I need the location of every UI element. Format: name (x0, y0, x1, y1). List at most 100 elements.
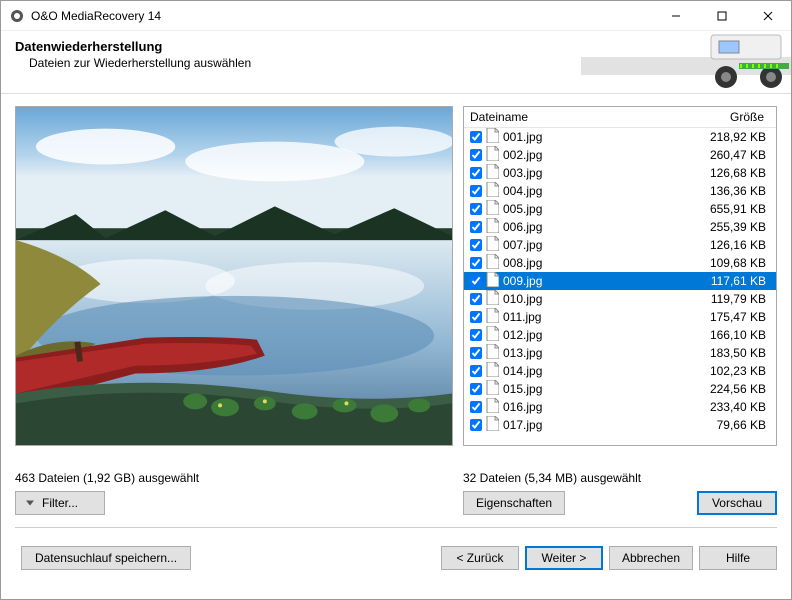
file-size: 119,79 KB (692, 292, 770, 306)
file-size: 166,10 KB (692, 328, 770, 342)
save-scan-button[interactable]: Datensuchlauf speichern... (21, 546, 191, 570)
file-size: 109,68 KB (692, 256, 770, 270)
image-preview-pane (15, 106, 453, 446)
file-icon (486, 380, 503, 398)
main-content: Dateiname Größe 001.jpg218,92 KB002.jpg2… (1, 100, 791, 462)
filter-button[interactable]: Filter... (15, 491, 105, 515)
minimize-button[interactable] (653, 1, 699, 30)
file-name: 006.jpg (503, 220, 692, 234)
file-checkbox[interactable] (470, 293, 482, 305)
file-row[interactable]: 004.jpg136,36 KB (464, 182, 776, 200)
next-button[interactable]: Weiter > (525, 546, 603, 570)
file-icon (486, 326, 503, 344)
file-checkbox[interactable] (470, 275, 482, 287)
file-checkbox[interactable] (470, 203, 482, 215)
file-checkbox[interactable] (470, 311, 482, 323)
file-icon (486, 128, 503, 146)
file-size: 126,16 KB (692, 238, 770, 252)
file-checkbox[interactable] (470, 419, 482, 431)
column-header-size[interactable]: Größe (692, 110, 770, 124)
file-row[interactable]: 005.jpg655,91 KB (464, 200, 776, 218)
file-row[interactable]: 014.jpg102,23 KB (464, 362, 776, 380)
file-checkbox[interactable] (470, 347, 482, 359)
app-window: O&O MediaRecovery 14 Datenwiederherstell… (0, 0, 792, 600)
file-size: 233,40 KB (692, 400, 770, 414)
file-checkbox[interactable] (470, 239, 482, 251)
file-row[interactable]: 017.jpg79,66 KB (464, 416, 776, 434)
window-controls (653, 1, 791, 30)
file-size: 175,47 KB (692, 310, 770, 324)
status-row: 463 Dateien (1,92 GB) ausgewählt Filter.… (1, 462, 791, 521)
file-name: 005.jpg (503, 202, 692, 216)
file-icon (486, 164, 503, 182)
file-icon (486, 254, 503, 272)
file-size: 183,50 KB (692, 346, 770, 360)
file-checkbox[interactable] (470, 167, 482, 179)
file-list-pane: Dateiname Größe 001.jpg218,92 KB002.jpg2… (463, 106, 777, 446)
maximize-button[interactable] (699, 1, 745, 30)
file-checkbox[interactable] (470, 401, 482, 413)
status-right-text: 32 Dateien (5,34 MB) ausgewählt (463, 468, 777, 491)
file-checkbox[interactable] (470, 221, 482, 233)
file-icon (486, 344, 503, 362)
properties-button[interactable]: Eigenschaften (463, 491, 565, 515)
help-button[interactable]: Hilfe (699, 546, 777, 570)
file-size: 102,23 KB (692, 364, 770, 378)
file-name: 016.jpg (503, 400, 692, 414)
app-icon (9, 8, 25, 24)
status-left-text: 463 Dateien (1,92 GB) ausgewählt (15, 468, 453, 491)
file-header: Dateiname Größe (464, 107, 776, 128)
file-name: 002.jpg (503, 148, 692, 162)
file-row[interactable]: 002.jpg260,47 KB (464, 146, 776, 164)
footer: Datensuchlauf speichern... < Zurück Weit… (1, 534, 791, 570)
file-checkbox[interactable] (470, 131, 482, 143)
preview-button[interactable]: Vorschau (697, 491, 777, 515)
file-icon (486, 272, 503, 290)
file-row[interactable]: 010.jpg119,79 KB (464, 290, 776, 308)
file-row[interactable]: 015.jpg224,56 KB (464, 380, 776, 398)
file-size: 255,39 KB (692, 220, 770, 234)
file-size: 218,92 KB (692, 130, 770, 144)
file-checkbox[interactable] (470, 329, 482, 341)
file-name: 010.jpg (503, 292, 692, 306)
titlebar: O&O MediaRecovery 14 (1, 1, 791, 31)
file-row[interactable]: 008.jpg109,68 KB (464, 254, 776, 272)
file-size: 260,47 KB (692, 148, 770, 162)
file-icon (486, 218, 503, 236)
back-button[interactable]: < Zurück (441, 546, 519, 570)
file-list[interactable]: 001.jpg218,92 KB002.jpg260,47 KB003.jpg1… (464, 128, 776, 445)
file-icon (486, 146, 503, 164)
file-row[interactable]: 007.jpg126,16 KB (464, 236, 776, 254)
file-name: 004.jpg (503, 184, 692, 198)
file-row[interactable]: 001.jpg218,92 KB (464, 128, 776, 146)
file-checkbox[interactable] (470, 383, 482, 395)
file-checkbox[interactable] (470, 185, 482, 197)
file-row[interactable]: 006.jpg255,39 KB (464, 218, 776, 236)
column-header-name[interactable]: Dateiname (470, 110, 692, 124)
status-right-block: 32 Dateien (5,34 MB) ausgewählt Eigensch… (463, 468, 777, 515)
file-name: 012.jpg (503, 328, 692, 342)
file-row[interactable]: 016.jpg233,40 KB (464, 398, 776, 416)
file-checkbox[interactable] (470, 257, 482, 269)
window-title: O&O MediaRecovery 14 (31, 9, 653, 23)
file-checkbox[interactable] (470, 149, 482, 161)
footer-divider (15, 527, 777, 528)
file-icon (486, 416, 503, 434)
file-row[interactable]: 013.jpg183,50 KB (464, 344, 776, 362)
file-name: 007.jpg (503, 238, 692, 252)
file-row[interactable]: 012.jpg166,10 KB (464, 326, 776, 344)
cancel-button[interactable]: Abbrechen (609, 546, 693, 570)
header-divider (1, 93, 791, 94)
file-size: 79,66 KB (692, 418, 770, 432)
file-checkbox[interactable] (470, 365, 482, 377)
file-name: 014.jpg (503, 364, 692, 378)
file-row[interactable]: 003.jpg126,68 KB (464, 164, 776, 182)
file-row[interactable]: 009.jpg117,61 KB (464, 272, 776, 290)
file-name: 015.jpg (503, 382, 692, 396)
file-row[interactable]: 011.jpg175,47 KB (464, 308, 776, 326)
page-header: Datenwiederherstellung Dateien zur Wiede… (1, 31, 791, 93)
file-name: 017.jpg (503, 418, 692, 432)
file-icon (486, 236, 503, 254)
close-button[interactable] (745, 1, 791, 30)
file-size: 224,56 KB (692, 382, 770, 396)
